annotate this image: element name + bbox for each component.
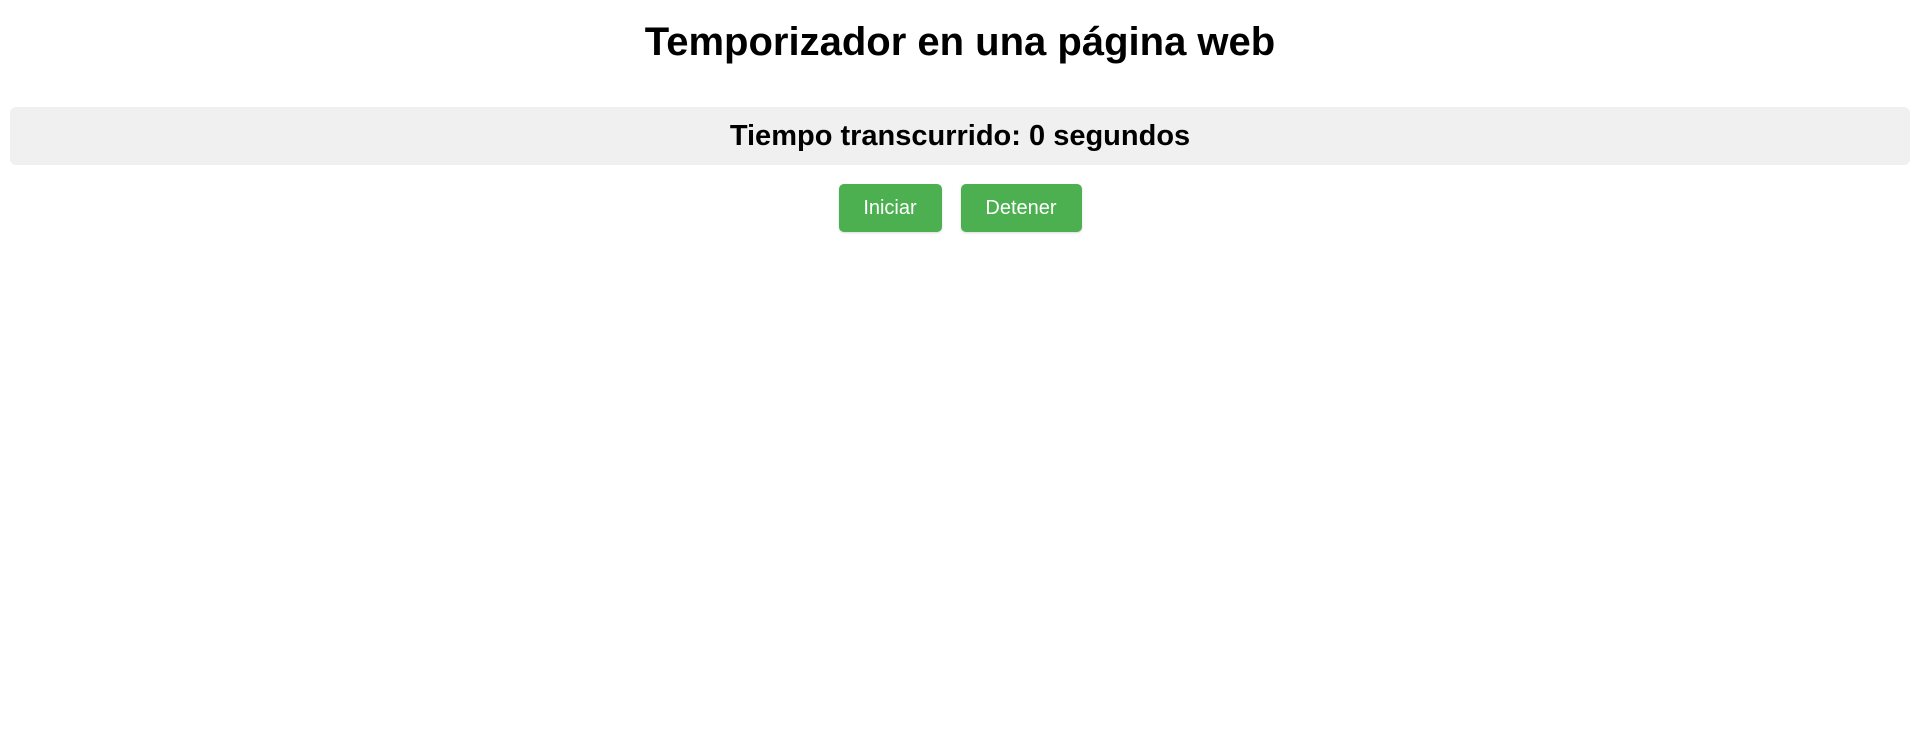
start-button[interactable]: Iniciar — [838, 184, 942, 232]
timer-unit: segundos — [1053, 119, 1191, 152]
timer-page: Temporizador en una página web Tiempo tr… — [0, 0, 1920, 752]
timer-value: 0 — [1029, 119, 1046, 152]
stop-button[interactable]: Detener — [960, 184, 1082, 232]
timer-label: Tiempo transcurrido: — [729, 119, 1021, 152]
page-title: Temporizador en una página web — [644, 20, 1276, 64]
timer-controls: Iniciar Detener — [0, 184, 1920, 232]
timer-display: Tiempo transcurrido: 0 segundos — [10, 107, 1910, 165]
